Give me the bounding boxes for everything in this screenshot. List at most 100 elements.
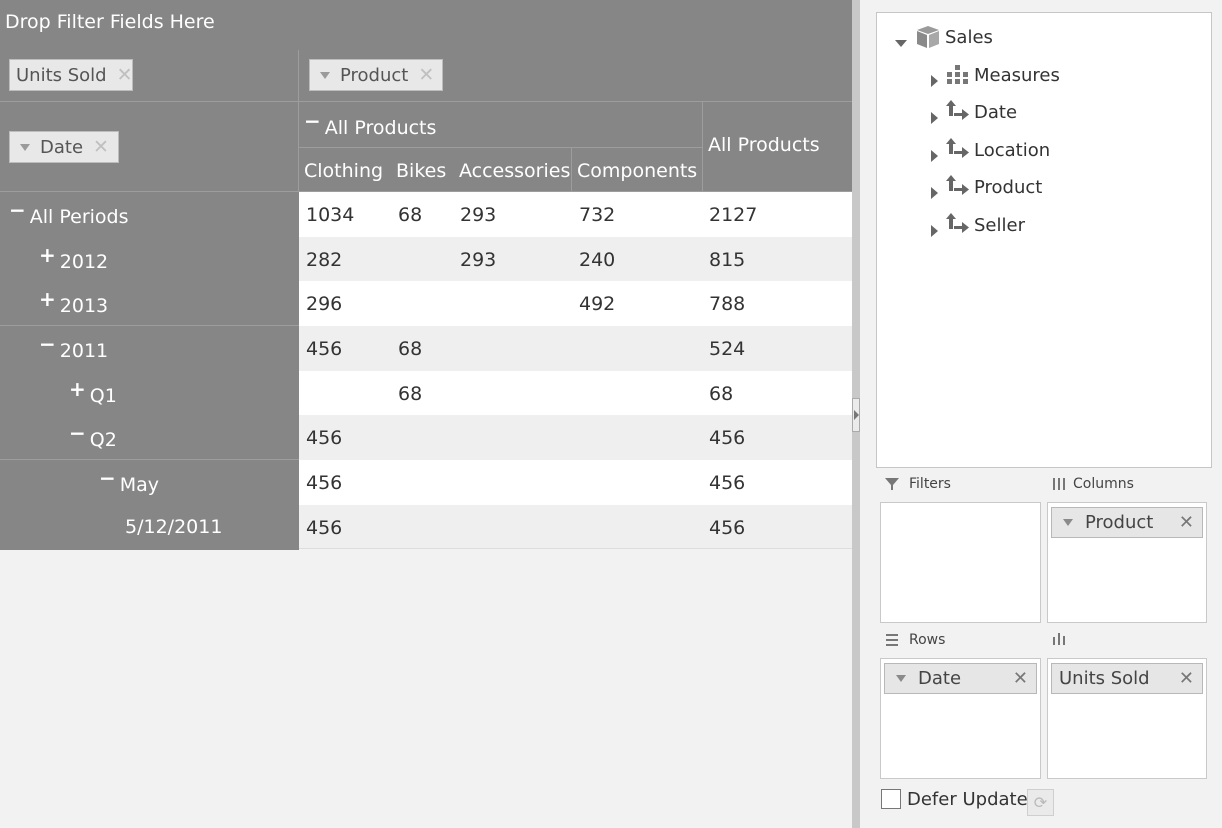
data-cell [391,505,453,549]
rows-drop-zone[interactable]: Date ✕ [880,658,1041,779]
column-header-label: Accessories [459,160,571,182]
data-cell: 68 [398,204,423,226]
data-cell [572,326,702,371]
expand-icon[interactable]: + [39,243,56,267]
column-header-bikes[interactable]: Bikes [396,148,456,191]
data-cell: 456 [306,427,343,449]
columns-product-chip[interactable]: Product ✕ [1051,507,1203,538]
row-header-q2[interactable]: − Q2 [69,421,117,451]
tree-node-label: Location [974,139,1051,161]
remove-field-icon[interactable]: ✕ [1013,668,1028,689]
rows-icon [886,634,898,646]
refresh-button[interactable]: ⟳ [1027,789,1054,816]
row-field-chip[interactable]: Date ✕ [9,131,119,163]
row-header-2011[interactable]: −2011 [39,332,108,362]
columns-zone-label: Columns [1052,476,1134,492]
remove-field-icon[interactable]: ✕ [418,64,434,86]
expand-icon[interactable] [931,150,938,162]
expand-icon[interactable] [931,112,938,124]
expand-icon[interactable]: + [39,287,56,311]
data-cell: 524 [709,338,746,360]
column-header-clothing[interactable]: Clothing [304,148,394,191]
filters-drop-zone[interactable] [880,502,1041,623]
collapse-icon[interactable] [895,39,907,47]
refresh-icon: ⟳ [1033,793,1048,812]
collapse-icon[interactable]: − [39,332,56,356]
filter-drop-text: Drop Filter Fields Here [5,11,215,33]
data-cell [453,371,571,415]
zone-label-text: Filters [909,476,951,492]
expand-icon[interactable] [931,75,938,87]
remove-field-icon[interactable]: ✕ [1179,512,1194,533]
row-header-q1[interactable]: + Q1 [69,377,117,407]
data-cell [299,371,391,415]
tree-node-location[interactable]: Location [931,138,1050,162]
data-cell [572,415,702,460]
data-field-label: Units Sold [16,64,107,86]
collapse-icon[interactable]: − [99,466,116,490]
data-cell: 296 [306,293,343,315]
data-cell: 456 [306,472,343,494]
zone-label-text: Rows [909,632,946,648]
filter-dropdown-icon[interactable] [896,675,906,682]
column-field-chip[interactable]: Product ✕ [309,59,443,91]
row-header-label: Q1 [89,385,117,407]
tree-node-measures[interactable]: Measures [931,63,1060,87]
expand-icon[interactable] [931,187,938,199]
rows-date-chip[interactable]: Date ✕ [884,663,1037,694]
data-cell [453,281,571,326]
remove-field-icon[interactable]: ✕ [117,64,133,86]
rows-zone-label: Rows [885,632,945,648]
data-cell: 456 [306,517,343,539]
values-units-sold-chip[interactable]: Units Sold ✕ [1051,663,1203,694]
tree-node-label: Seller [974,214,1025,236]
filter-icon [885,478,899,490]
data-cell: 456 [709,427,746,449]
expand-icon[interactable] [931,225,938,237]
row-header-divider [0,459,299,460]
column-group-header[interactable]: − All Products [304,103,694,147]
data-cell: 68 [398,383,423,405]
cube-icon [917,26,939,48]
measures-icon [947,65,968,84]
row-header-2012[interactable]: +2012 [39,243,108,273]
tree-node-sales[interactable]: Sales [895,25,993,49]
data-cell: 456 [709,517,746,539]
data-cell [453,505,571,549]
collapse-icon[interactable]: − [9,198,26,222]
header-divider [702,101,703,192]
data-field-chip[interactable]: Units Sold ✕ [9,59,133,91]
collapse-icon[interactable]: − [69,421,86,445]
data-cell [572,460,702,505]
values-drop-zone[interactable]: Units Sold ✕ [1047,658,1207,779]
tree-node-date[interactable]: Date [931,100,1017,124]
column-header-components[interactable]: Components [577,148,699,191]
row-header-2013[interactable]: +2013 [39,287,108,317]
collapse-icon[interactable]: − [304,109,321,133]
remove-field-icon[interactable]: ✕ [1179,668,1194,689]
filter-dropdown-icon[interactable] [20,143,30,151]
filter-dropdown-icon[interactable] [320,71,330,79]
filter-dropdown-icon[interactable] [1063,519,1073,526]
row-header-label: Q2 [89,429,117,451]
row-header-label: 5/12/2011 [125,516,223,538]
column-group-label: All Products [324,117,437,139]
data-cell: 492 [579,293,616,315]
data-cell: 788 [709,293,746,315]
remove-field-icon[interactable]: ✕ [93,136,109,158]
column-field-label: Product [340,64,409,86]
column-header-label: Clothing [304,160,384,182]
tree-node-product[interactable]: Product [931,175,1042,199]
columns-drop-zone[interactable]: Product ✕ [1047,502,1207,623]
expand-icon[interactable]: + [69,377,86,401]
filter-drop-area[interactable]: Drop Filter Fields Here [0,0,852,50]
data-cell: 815 [709,249,746,271]
filters-zone-label: Filters [885,476,951,492]
tree-node-seller[interactable]: Seller [931,213,1025,237]
collapse-panel-button[interactable] [852,398,860,432]
defer-update-checkbox[interactable] [881,789,901,809]
column-header-accessories[interactable]: Accessories [459,148,571,191]
row-header-all-periods[interactable]: − All Periods [9,198,129,228]
data-cell [391,460,453,505]
row-header-may[interactable]: − May [99,466,159,496]
